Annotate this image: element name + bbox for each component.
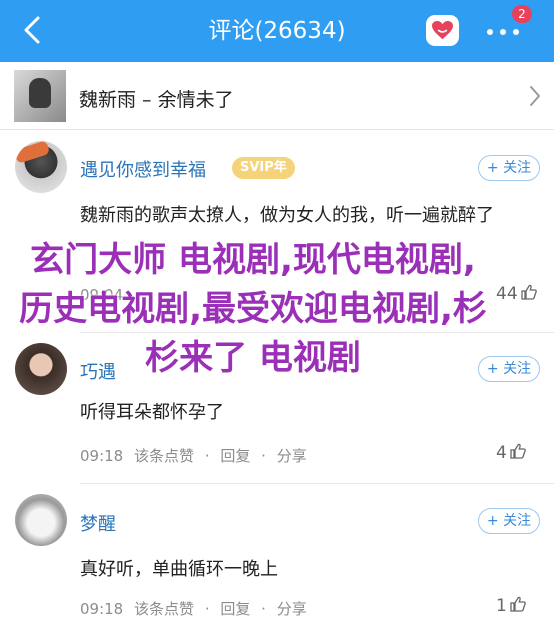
like-link[interactable]: 该条点赞 <box>134 600 194 618</box>
comment-text: 听得耳朵都怀孕了 <box>80 402 224 423</box>
comment-username[interactable]: 梦醒 <box>80 510 116 536</box>
watermark-text: 玄门大师 电视剧,现代电视剧,历史电视剧,最受欢迎电视剧,杉杉来了 电视剧 <box>19 240 487 378</box>
follow-button[interactable]: + 关注 <box>478 155 540 181</box>
comment-time: 09:18 <box>80 447 124 465</box>
thumbs-up-icon <box>510 596 526 612</box>
like-count: 4 <box>496 443 507 463</box>
notification-badge: 2 <box>512 5 532 23</box>
comment-item: 梦醒 + 关注 真好听，单曲循环一晚上 09:18 该条点赞 · 回复 · 分享… <box>0 484 554 635</box>
heart-icon <box>432 20 453 40</box>
comment-time: 09:18 <box>80 600 124 618</box>
top-bar: 评论(26634) 2 <box>0 0 554 62</box>
comment-username[interactable]: 遇见你感到幸福 <box>80 156 206 182</box>
share-link[interactable]: 分享 <box>277 447 307 465</box>
vip-badge: SVIP年 <box>232 157 295 179</box>
reply-link[interactable]: 回复 <box>220 600 250 618</box>
like-button[interactable]: 44 <box>496 284 537 304</box>
avatar[interactable] <box>15 141 67 193</box>
song-title: 魏新雨 – 余情未了 <box>79 89 234 111</box>
like-button[interactable]: 1 <box>496 596 526 616</box>
avatar[interactable] <box>15 494 67 546</box>
chevron-right-icon <box>530 86 540 106</box>
like-link[interactable]: 该条点赞 <box>134 447 194 465</box>
thumbs-up-icon <box>520 284 537 300</box>
thumbs-up-icon <box>510 443 526 459</box>
share-link[interactable]: 分享 <box>277 600 307 618</box>
like-count: 44 <box>496 284 518 304</box>
page-title: 评论(26634) <box>208 18 346 44</box>
reply-link[interactable]: 回复 <box>220 447 250 465</box>
song-info-row[interactable]: 魏新雨 – 余情未了 <box>0 62 554 130</box>
album-cover <box>14 70 66 122</box>
like-button[interactable]: 4 <box>496 443 526 463</box>
favorite-button[interactable] <box>426 15 459 46</box>
like-count: 1 <box>496 596 507 616</box>
comment-meta: 09:18 该条点赞 · 回复 · 分享 <box>80 447 307 465</box>
comment-text: 真好听，单曲循环一晚上 <box>80 559 278 580</box>
comment-meta: 09:18 该条点赞 · 回复 · 分享 <box>80 600 307 618</box>
follow-button[interactable]: + 关注 <box>478 508 540 534</box>
comment-text: 魏新雨的歌声太撩人，做为女人的我，听一遍就醉了 <box>80 205 494 226</box>
